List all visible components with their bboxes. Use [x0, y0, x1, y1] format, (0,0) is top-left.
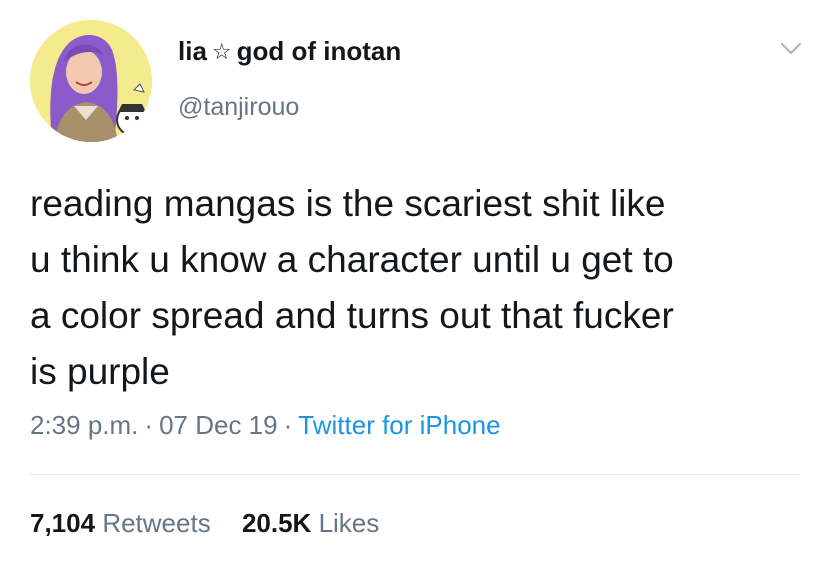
likes-stat[interactable]: 20.5K Likes [242, 508, 379, 538]
avatar[interactable] [30, 20, 152, 142]
star-icon: ☆ [211, 38, 232, 64]
divider [30, 474, 800, 475]
chevron-down-icon[interactable] [780, 42, 802, 56]
likes-label: Likes [318, 508, 380, 538]
tweet-text-line: reading mangas is the scariest shit like [30, 183, 666, 224]
tweet-text-line: u think u know a character until u get t… [30, 239, 674, 280]
retweets-label: Retweets [102, 508, 211, 538]
tweet-stats: 7,104 Retweets 20.5K Likes [30, 508, 403, 539]
display-name-first: lia [178, 36, 207, 66]
tweet-meta: 2:39 p.m. · 07 Dec 19 · Twitter for iPhone [30, 410, 501, 441]
separator: · [283, 410, 293, 440]
retweets-count: 7,104 [30, 508, 96, 538]
likes-count: 20.5K [241, 508, 312, 538]
display-name-suffix: god of inotan [236, 36, 402, 66]
tweet-card: lia ☆ god of inotan @tanjirouo reading m… [0, 0, 830, 568]
avatar-image [30, 20, 152, 142]
tweet-text-line: a color spread and turns out that fucker [30, 295, 674, 336]
user-handle[interactable]: @tanjirouo [178, 93, 299, 122]
tweet-text-line: is purple [30, 351, 170, 392]
tweet-date[interactable]: 07 Dec 19 [159, 410, 278, 440]
retweets-stat[interactable]: 7,104 Retweets [30, 508, 211, 538]
tweet-time[interactable]: 2:39 p.m. [30, 410, 138, 440]
display-name[interactable]: lia ☆ god of inotan [178, 36, 401, 67]
tweet-text: reading mangas is the scariest shit like… [30, 176, 820, 400]
tweet-source-link[interactable]: Twitter for iPhone [298, 410, 500, 440]
separator: · [144, 410, 154, 440]
